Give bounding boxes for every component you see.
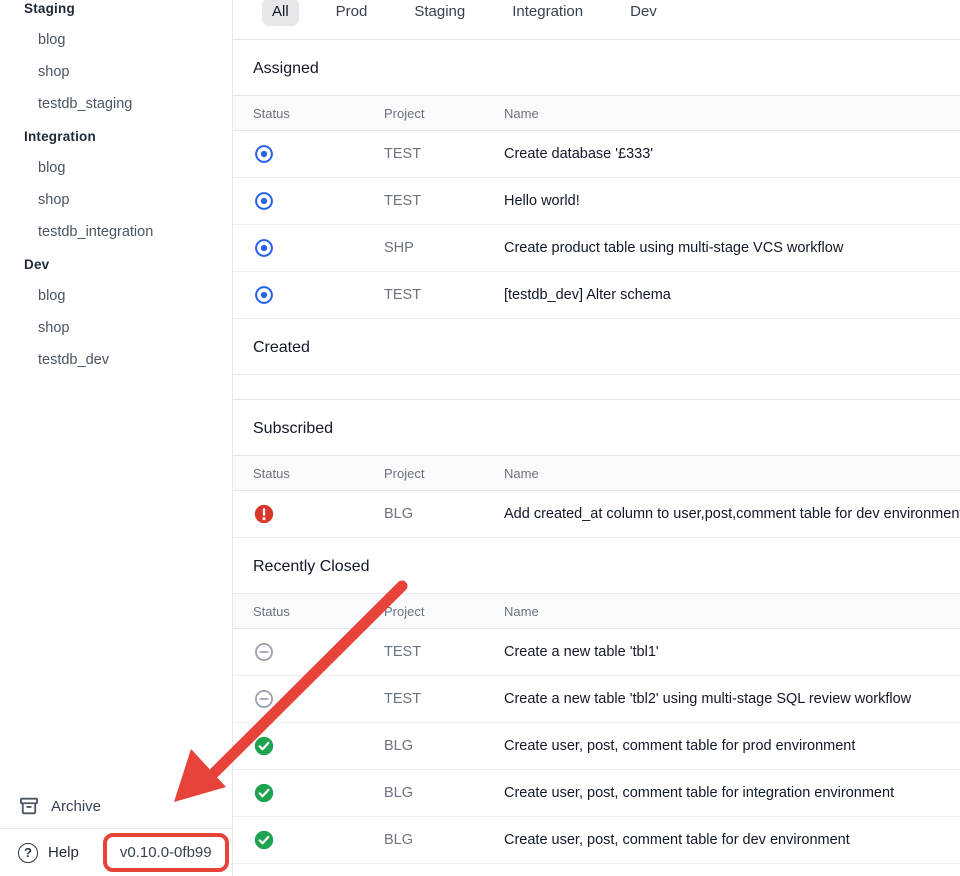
tab-integration[interactable]: Integration: [502, 0, 593, 26]
issue-row[interactable]: TEST Create a new table 'tbl2' using mul…: [233, 676, 960, 723]
issue-project: TEST: [364, 691, 504, 707]
tab-dev[interactable]: Dev: [620, 0, 667, 26]
issue-project: TEST: [364, 644, 504, 660]
column-header-name: Name: [504, 106, 960, 121]
status-canceled-icon: [253, 641, 275, 663]
issue-row[interactable]: TEST [testdb_dev] Alter schema: [233, 272, 960, 319]
env-group-staging: Staging: [0, 0, 232, 24]
sidebar-item-integration-blog[interactable]: blog: [0, 152, 232, 184]
issue-name: Create a new table 'tbl1': [504, 644, 960, 660]
archive-button[interactable]: Archive: [0, 784, 232, 828]
table-header: Status Project Name: [233, 593, 960, 629]
issue-name: [testdb_dev] Alter schema: [504, 287, 960, 303]
archive-label: Archive: [51, 798, 101, 815]
help-label[interactable]: Help: [48, 844, 79, 861]
issue-name: Hello world!: [504, 193, 960, 209]
column-header-status: Status: [233, 604, 364, 619]
sidebar-item-staging-blog[interactable]: blog: [0, 24, 232, 56]
archive-icon: [18, 795, 40, 817]
status-open-icon: [253, 143, 275, 165]
section-title-subscribed: Subscribed: [233, 400, 960, 455]
issue-row[interactable]: BLG Create user, post, comment table for…: [233, 723, 960, 770]
issue-project: BLG: [364, 738, 504, 754]
sidebar-footer: Archive ? Help v0.10.0-0fb99: [0, 784, 232, 876]
section-title-recently-closed: Recently Closed: [233, 538, 960, 593]
issue-row[interactable]: TEST Hello world!: [233, 178, 960, 225]
section-title-assigned: Assigned: [233, 40, 960, 95]
issue-project: TEST: [364, 287, 504, 303]
issue-name: Add created_at column to user,post,comme…: [504, 506, 960, 522]
environment-tabbar: All Prod Staging Integration Dev: [233, 0, 960, 40]
issue-row[interactable]: BLG Create user, post, comment table for…: [233, 770, 960, 817]
sidebar-item-integration-shop[interactable]: shop: [0, 184, 232, 216]
empty-table-band: [233, 374, 960, 400]
version-badge: v0.10.0-0fb99: [103, 833, 229, 872]
sidebar-item-testdb-integration[interactable]: testdb_integration: [0, 216, 232, 248]
status-open-icon: [253, 237, 275, 259]
issue-name: Create database '£333': [504, 146, 960, 162]
database-nav-tree: Staging blog shop testdb_staging Integra…: [0, 0, 232, 376]
issue-row[interactable]: BLG Create user, post, comment table for…: [233, 817, 960, 864]
sidebar: Staging blog shop testdb_staging Integra…: [0, 0, 233, 876]
sidebar-item-dev-blog[interactable]: blog: [0, 280, 232, 312]
issue-project: BLG: [364, 832, 504, 848]
column-header-name: Name: [504, 466, 960, 481]
status-open-icon: [253, 284, 275, 306]
column-header-name: Name: [504, 604, 960, 619]
column-header-project: Project: [364, 106, 504, 121]
issue-project: TEST: [364, 193, 504, 209]
tab-staging[interactable]: Staging: [404, 0, 475, 26]
column-header-project: Project: [364, 604, 504, 619]
issue-name: Create product table using multi-stage V…: [504, 240, 960, 256]
main-content: All Prod Staging Integration Dev Assigne…: [233, 0, 960, 876]
section-title-created: Created: [233, 319, 960, 374]
status-canceled-icon: [253, 688, 275, 710]
help-icon: ?: [18, 843, 38, 863]
issue-row[interactable]: BLG Add created_at column to user,post,c…: [233, 491, 960, 538]
issue-name: Create user, post, comment table for dev…: [504, 832, 960, 848]
status-done-icon: [253, 782, 275, 804]
status-open-icon: [253, 190, 275, 212]
sidebar-item-dev-shop[interactable]: shop: [0, 312, 232, 344]
column-header-project: Project: [364, 466, 504, 481]
sidebar-item-staging-shop[interactable]: shop: [0, 56, 232, 88]
issue-row[interactable]: TEST Create a new table 'tbl1': [233, 629, 960, 676]
status-done-icon: [253, 735, 275, 757]
env-group-integration: Integration: [0, 120, 232, 152]
issue-row[interactable]: TEST Create database '£333': [233, 131, 960, 178]
sidebar-item-testdb-dev[interactable]: testdb_dev: [0, 344, 232, 376]
issue-project: BLG: [364, 785, 504, 801]
table-header: Status Project Name: [233, 95, 960, 131]
issue-project: SHP: [364, 240, 504, 256]
tab-all[interactable]: All: [262, 0, 299, 26]
status-failed-icon: [253, 503, 275, 525]
issue-name: Create user, post, comment table for pro…: [504, 738, 960, 754]
issue-row[interactable]: SHP Create product table using multi-sta…: [233, 225, 960, 272]
column-header-status: Status: [233, 466, 364, 481]
issue-project: TEST: [364, 146, 504, 162]
column-header-status: Status: [233, 106, 364, 121]
tab-prod[interactable]: Prod: [326, 0, 378, 26]
help-row: ? Help v0.10.0-0fb99: [0, 828, 232, 876]
status-done-icon: [253, 829, 275, 851]
issue-name: Create user, post, comment table for int…: [504, 785, 960, 801]
issue-project: BLG: [364, 506, 504, 522]
sidebar-item-testdb-staging[interactable]: testdb_staging: [0, 88, 232, 120]
table-header: Status Project Name: [233, 455, 960, 491]
env-group-dev: Dev: [0, 248, 232, 280]
issue-name: Create a new table 'tbl2' using multi-st…: [504, 691, 960, 707]
